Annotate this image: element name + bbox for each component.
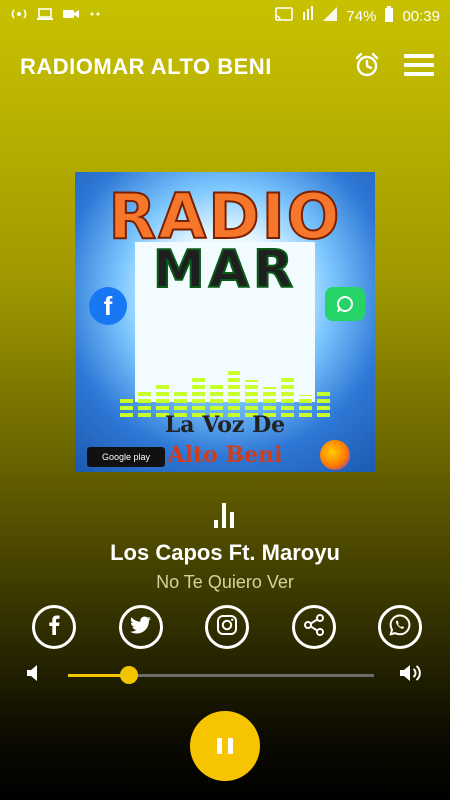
pause-icon — [217, 738, 233, 754]
volume-max-icon[interactable] — [398, 662, 426, 689]
equalizer-icon — [211, 500, 241, 530]
google-play-badge: Google play — [87, 447, 165, 467]
whatsapp-icon — [388, 613, 412, 642]
battery-icon — [384, 6, 394, 26]
pause-button[interactable] — [190, 711, 260, 781]
cast-icon — [274, 6, 294, 26]
now-playing-track: No Te Quiero Ver — [156, 572, 294, 592]
laptop-icon — [36, 7, 54, 25]
volume-slider[interactable] — [68, 665, 374, 684]
instagram-button[interactable] — [205, 605, 249, 649]
battery-percent: 74% — [346, 7, 377, 25]
share-icon — [302, 613, 326, 642]
menu-button[interactable] — [402, 50, 436, 84]
album-artwork: RADIO MAR f La Voz De Alto Beni Google p… — [75, 172, 375, 472]
clock: 00:39 — [402, 7, 440, 25]
instagram-icon — [216, 614, 238, 641]
whatsapp-button[interactable] — [378, 605, 422, 649]
hamburger-menu-icon — [403, 52, 435, 83]
wifi-icon — [302, 6, 314, 26]
app-actions — [350, 50, 436, 84]
status-left-icons — [10, 7, 102, 25]
share-button[interactable] — [291, 605, 336, 649]
volume-mute-icon[interactable] — [24, 662, 44, 689]
now-playing-artist: Los Capos Ft. Maroyu — [110, 540, 340, 565]
dots-icon — [88, 7, 102, 25]
artwork-equalizer-graphic — [120, 367, 331, 417]
artwork-voz-text: La Voz De — [164, 412, 286, 438]
app-title: RADIOMAR ALTO BENI — [20, 54, 272, 79]
status-bar: 74% 00:39 — [0, 0, 450, 32]
signal-icon — [322, 6, 338, 26]
artwork-firefox-icon — [320, 440, 350, 470]
social-share-row — [32, 605, 422, 649]
facebook-icon — [43, 614, 65, 641]
twitter-icon — [129, 614, 153, 641]
radio-broadcast-icon — [10, 7, 28, 25]
artwork-whatsapp-icon — [325, 287, 365, 321]
volume-control — [24, 660, 426, 690]
alarm-clock-icon — [354, 52, 380, 83]
facebook-button[interactable] — [32, 605, 76, 649]
volume-slider-thumb[interactable] — [120, 665, 139, 684]
status-right-icons: 74% 00:39 — [274, 6, 440, 26]
app-bar: RADIOMAR ALTO BENI — [0, 44, 450, 90]
twitter-button[interactable] — [118, 605, 163, 649]
alarm-button[interactable] — [350, 50, 384, 84]
video-icon — [62, 7, 80, 25]
artwork-facebook-icon: f — [89, 287, 127, 325]
